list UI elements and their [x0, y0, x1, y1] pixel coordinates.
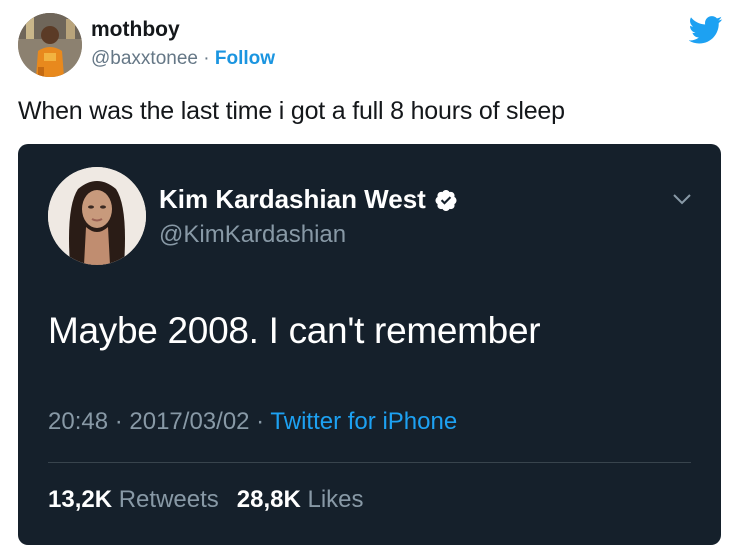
retweets-stat[interactable]: 13,2K Retweets: [48, 486, 219, 513]
verified-badge-icon: [435, 189, 457, 211]
tweet-meta-row: 20:48 · 2017/03/02 · Twitter for iPhone: [48, 408, 457, 436]
outer-display-name[interactable]: mothboy: [91, 18, 180, 42]
outer-handle[interactable]: @baxxtonee: [91, 48, 198, 69]
stats-row: 13,2K Retweets 28,8K Likes: [48, 486, 364, 514]
embedded-tweet-card[interactable]: Kim Kardashian West @KimKardashian Maybe…: [18, 144, 721, 545]
stats-divider: [48, 462, 691, 463]
retweets-count: 13,2K: [48, 486, 113, 513]
tweet-date[interactable]: 2017/03/02: [129, 408, 249, 435]
embedded-tweet-text: Maybe 2008. I can't remember: [48, 310, 541, 351]
retweets-label: Retweets: [118, 486, 219, 513]
chevron-down-icon[interactable]: [672, 192, 692, 206]
outer-avatar-image: [18, 13, 82, 77]
outer-handle-row: @baxxtonee · Follow: [91, 48, 275, 70]
card-display-name-text[interactable]: Kim Kardashian West: [159, 184, 426, 215]
handle-separator: ·: [197, 48, 215, 69]
card-avatar[interactable]: [48, 167, 146, 265]
likes-stat[interactable]: 28,8K Likes: [237, 486, 364, 513]
follow-button[interactable]: Follow: [215, 48, 275, 69]
outer-tweet-text: When was the last time i got a full 8 ho…: [18, 97, 565, 125]
card-avatar-image: [48, 167, 146, 265]
tweet-source-link[interactable]: Twitter for iPhone: [270, 408, 457, 435]
meta-separator-1: ·: [108, 408, 130, 435]
tweet-time[interactable]: 20:48: [48, 408, 108, 435]
card-handle[interactable]: @KimKardashian: [159, 221, 346, 249]
twitter-bird-icon[interactable]: [689, 16, 723, 44]
card-display-name[interactable]: Kim Kardashian West: [159, 184, 458, 215]
meta-separator-2: ·: [249, 408, 271, 435]
outer-avatar[interactable]: [18, 13, 82, 77]
likes-label: Likes: [307, 486, 364, 513]
likes-count: 28,8K: [236, 486, 301, 513]
